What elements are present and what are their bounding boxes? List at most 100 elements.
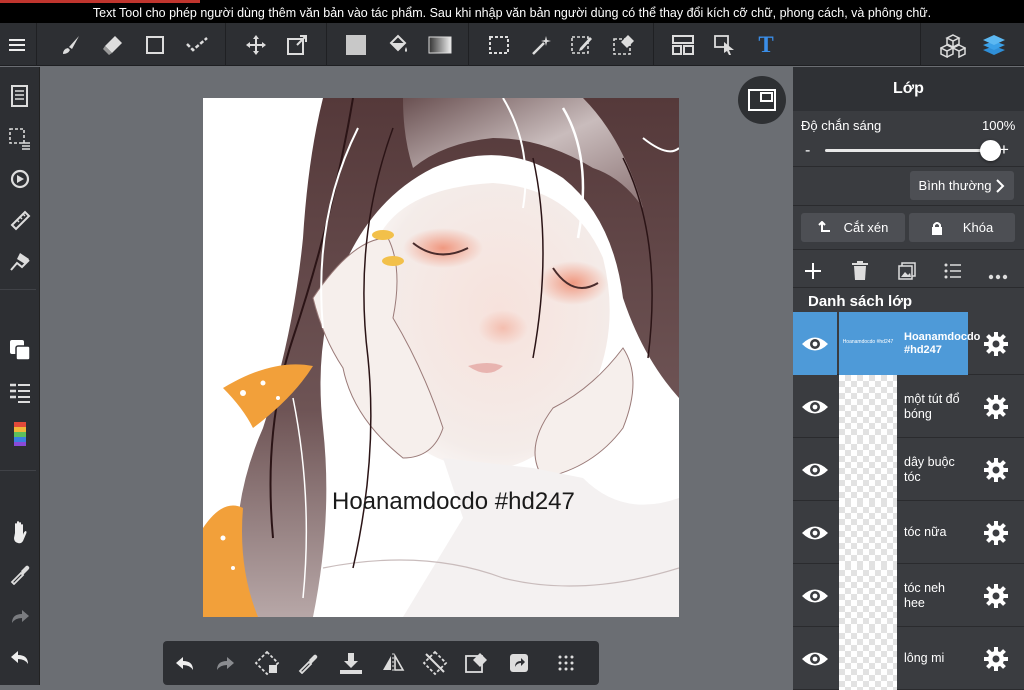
select-pen-icon[interactable] [563,23,601,66]
flip-horizontal-icon[interactable] [373,641,413,685]
lock-label: Khóa [962,220,994,235]
share-icon[interactable] [499,641,539,685]
clipping-button[interactable]: Cắt xén [801,213,905,242]
brush-icon[interactable] [52,23,90,66]
transform-icon[interactable] [278,23,316,66]
select-list-icon[interactable] [0,119,40,157]
layer-thumbnail[interactable] [839,627,897,690]
color-palette-icon[interactable] [0,415,40,453]
eraser-icon[interactable] [94,23,132,66]
opacity-slider[interactable] [825,140,1001,161]
artwork[interactable]: Hoanamdocdo #hd247 [203,98,679,617]
material-icon[interactable] [932,23,974,66]
eyedropper-icon[interactable] [0,555,40,593]
layer-list-icon[interactable] [0,373,40,411]
redo-icon[interactable] [205,641,245,685]
select-eraser-icon[interactable] [605,23,643,66]
lock-button[interactable]: Khóa [909,213,1015,242]
layer-settings-gear-icon[interactable] [973,501,1019,564]
layer-row[interactable]: một tút đổ bóng [793,375,1024,438]
opacity-value: 100% [982,118,1016,133]
text-tool-icon[interactable]: T [746,23,786,66]
undo-icon[interactable] [0,638,40,676]
opacity-plus-button[interactable]: + [999,140,1009,160]
layer-settings-gear-icon[interactable] [973,627,1019,690]
color-swap-icon[interactable] [0,331,40,369]
lasso-fill-icon[interactable] [178,23,216,66]
navigator-button[interactable] [738,76,786,124]
transform-select-icon[interactable] [247,641,287,685]
layers-icon[interactable] [974,23,1014,66]
left-toolbar [0,67,40,685]
layer-settings-gear-icon[interactable] [973,564,1019,627]
progress-strip [0,0,200,3]
canvas-area[interactable]: Hoanamdocdo #hd247 [41,67,793,685]
eyedropper-icon[interactable] [288,641,328,685]
clipping-label: Cắt xén [843,220,889,235]
operation-icon[interactable] [706,23,744,66]
layer-thumbnail[interactable] [839,375,897,438]
delete-layer-icon[interactable] [851,261,869,286]
layer-name: một tút đổ bóng [904,391,960,421]
visibility-eye-icon[interactable] [793,375,837,438]
clear-icon[interactable] [457,641,497,685]
save-down-icon[interactable] [331,641,371,685]
visibility-eye-icon[interactable] [793,501,837,564]
layer-row[interactable]: tóc neh hee [793,564,1024,627]
chevron-right-icon [996,178,1005,193]
rotate-canvas-icon[interactable] [0,160,40,198]
visibility-eye-icon[interactable] [793,438,837,501]
layer-settings-gear-icon[interactable] [973,438,1019,501]
layer-image-icon[interactable] [898,262,916,285]
page-manager-icon[interactable] [0,77,40,115]
layer-row[interactable]: dây buộc tóc [793,438,1024,501]
visibility-eye-icon[interactable] [793,627,837,690]
artwork-illustration [203,98,679,617]
filter-icon[interactable] [0,243,40,281]
bottom-toolbar [163,641,599,685]
ruler-icon[interactable] [0,201,40,239]
redo-icon[interactable] [0,597,40,635]
layer-settings-gear-icon[interactable] [973,375,1019,438]
text-tool-glyph: T [758,31,774,57]
opacity-label: Độ chắn sáng [801,118,882,133]
shape-icon[interactable] [136,23,174,66]
layer-name: lông mi [904,651,945,665]
layer-row[interactable]: lông mi [793,627,1024,690]
tooltip-banner: Text Tool cho phép người dùng thêm văn b… [0,0,1024,23]
more-grid-icon[interactable] [541,641,591,685]
gradient-icon[interactable] [421,23,459,66]
deselect-icon[interactable] [415,641,455,685]
opacity-minus-button[interactable]: - [805,142,810,160]
frame-divider-icon[interactable] [664,23,702,66]
layer-settings-gear-icon[interactable] [973,312,1019,375]
layer-name: Hoanamdocdo #hd247 [897,312,980,375]
tooltip-text: Text Tool cho phép người dùng thêm văn b… [92,6,932,20]
move-icon[interactable] [237,23,275,66]
visibility-eye-icon[interactable] [793,312,837,375]
magic-wand-icon[interactable] [522,23,560,66]
fill-color-icon[interactable] [337,23,375,66]
hand-icon[interactable] [0,513,40,551]
undo-icon[interactable] [165,641,205,685]
layer-thumbnail[interactable]: Hoanamdocdo #hd247 [839,312,897,375]
opacity-slider-knob[interactable] [980,140,1001,161]
layer-row[interactable]: Hoanamdocdo #hd247 Hoanamdocdo #hd247 [793,312,1024,375]
layer-thumbnail[interactable] [839,438,897,501]
layer-name: tóc nữa [904,525,947,539]
menu-icon[interactable] [0,23,34,66]
clip-arrow-icon [817,220,830,232]
visibility-eye-icon[interactable] [793,564,837,627]
layer-thumbnail[interactable] [839,501,897,564]
layer-thumbnail[interactable] [839,564,897,627]
layer-thumbnail-text: Hoanamdocdo #hd247 [839,339,897,345]
layer-panel: Lớp Độ chắn sáng 100% - + Bình thường Cắ… [793,67,1024,690]
selection-icon[interactable] [480,23,518,66]
add-layer-icon[interactable] [804,262,822,285]
bucket-icon[interactable] [379,23,417,66]
layer-properties-icon[interactable] [944,263,962,284]
blend-mode-button[interactable]: Bình thường [910,171,1014,200]
more-options-icon[interactable] [988,267,1008,285]
layer-row[interactable]: tóc nữa [793,501,1024,564]
artwork-text-layer[interactable]: Hoanamdocdo #hd247 [332,488,575,516]
